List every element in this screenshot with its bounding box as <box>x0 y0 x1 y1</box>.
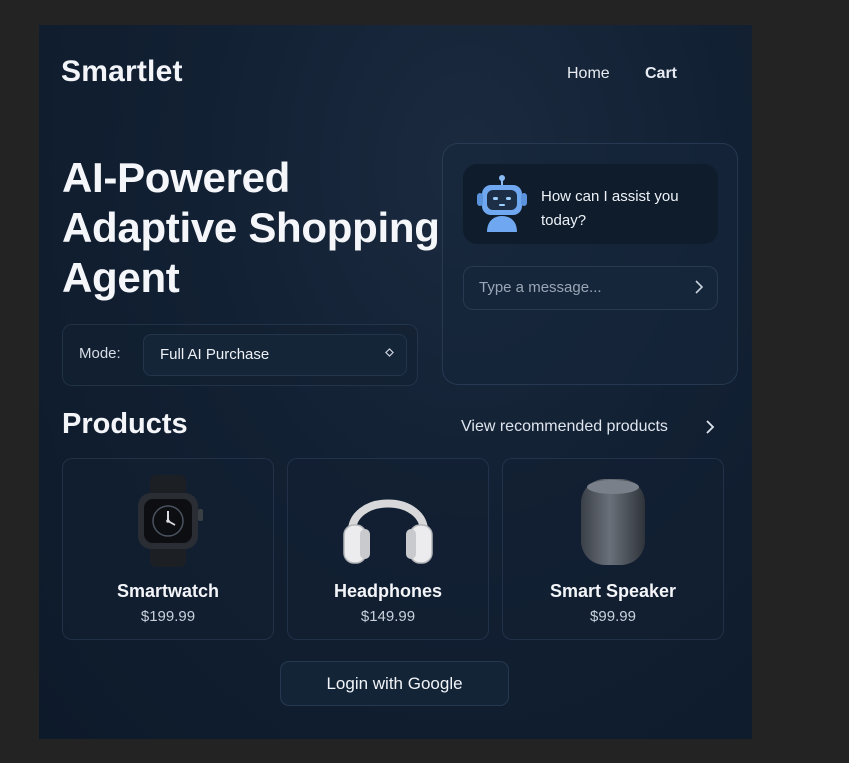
robot-icon <box>477 175 527 232</box>
mode-selector-panel: Mode: Full AI Purchase <box>62 324 418 386</box>
product-card-smartwatch[interactable]: Smartwatch $199.99 <box>62 458 274 640</box>
product-card-headphones[interactable]: Headphones $149.99 <box>287 458 489 640</box>
nav-home-link[interactable]: Home <box>567 65 610 83</box>
chat-panel: How can I assist you today? Type a messa… <box>442 143 738 385</box>
nav-cart-link[interactable]: Cart <box>645 65 677 83</box>
smartwatch-icon <box>138 475 203 567</box>
product-price: $99.99 <box>590 608 636 625</box>
view-recommended-link[interactable]: View recommended products <box>461 418 668 436</box>
product-price: $149.99 <box>360 608 416 625</box>
headphones-icon <box>343 499 433 564</box>
product-name: Smart Speaker <box>549 581 677 601</box>
product-price: $199.99 <box>140 608 196 625</box>
product-name: Smartwatch <box>116 581 220 601</box>
app-window: Smartlet Home Cart AI-Powered Adaptive S… <box>39 25 752 739</box>
hero-title: AI-Powered Adaptive Shopping Agent <box>62 154 440 301</box>
chat-greeting-text: How can I assist you today? <box>541 188 679 229</box>
products-title: Products <box>62 408 188 440</box>
mode-select[interactable]: Full AI Purchase <box>143 334 407 376</box>
login-with-google-button[interactable]: Login with Google <box>280 661 509 706</box>
chat-input-placeholder: Type a message... <box>479 279 602 296</box>
mode-select-value: Full AI Purchase <box>160 346 270 363</box>
chat-message-input[interactable]: Type a message... <box>463 266 718 310</box>
send-chevron-icon[interactable] <box>691 279 707 295</box>
brand-logo[interactable]: Smartlet <box>61 55 183 89</box>
mode-label: Mode: <box>79 345 121 362</box>
chevron-right-icon[interactable] <box>703 419 717 435</box>
chat-message-bubble: How can I assist you today? <box>463 164 718 244</box>
speaker-icon <box>581 479 645 565</box>
product-name: Headphones <box>333 581 443 601</box>
product-card-smart-speaker[interactable]: Smart Speaker $99.99 <box>502 458 724 640</box>
select-caret-icon <box>385 348 394 357</box>
